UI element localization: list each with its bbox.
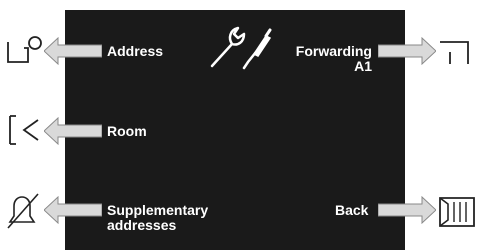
key-lock-icon[interactable]: [4, 34, 44, 64]
forwarding-arrow: [378, 37, 436, 65]
forward-door-icon[interactable]: [436, 34, 474, 66]
forwarding-a1-softkey[interactable]: Forwarding A1: [292, 44, 372, 74]
back-door-icon[interactable]: [436, 194, 478, 230]
back-arrow: [378, 196, 436, 224]
supplementary-addresses-softkey[interactable]: Supplementary addresses: [107, 203, 208, 233]
bell-mute-icon[interactable]: [4, 190, 42, 230]
address-softkey[interactable]: Address: [107, 44, 163, 59]
room-door-icon[interactable]: [6, 112, 42, 148]
wrench-screwdriver-icon: [210, 26, 272, 70]
room-arrow: [44, 117, 102, 145]
supplementary-arrow: [44, 196, 102, 224]
back-softkey[interactable]: Back: [335, 203, 368, 218]
room-softkey[interactable]: Room: [107, 124, 147, 139]
address-arrow: [44, 37, 102, 65]
